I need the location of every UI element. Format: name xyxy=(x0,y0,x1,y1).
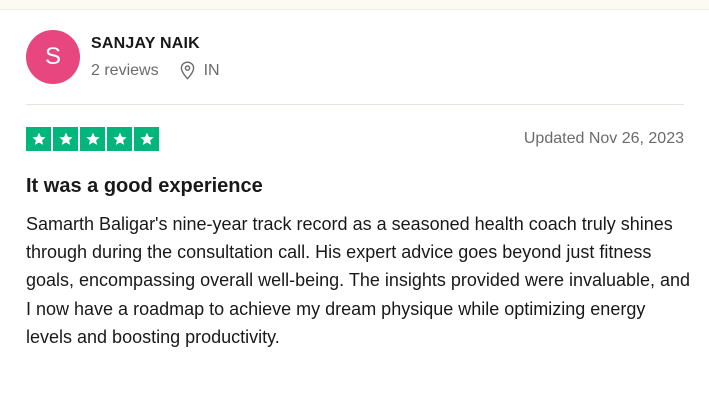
reviewer-info: SANJAY NAIK 2 reviews IN xyxy=(91,34,220,81)
reviewer-name[interactable]: SANJAY NAIK xyxy=(91,34,220,54)
reviewer-country: IN xyxy=(203,61,220,79)
reviews-count: 2 reviews xyxy=(91,61,159,79)
reviewer-meta: 2 reviews IN xyxy=(91,61,220,81)
star-icon xyxy=(80,127,105,151)
review-title[interactable]: It was a good experience xyxy=(26,173,263,199)
divider xyxy=(26,104,684,105)
star-icon xyxy=(53,127,78,151)
top-strip xyxy=(0,0,709,10)
star-icon xyxy=(134,127,159,151)
avatar[interactable]: S xyxy=(26,30,80,84)
star-icon xyxy=(26,127,51,151)
star-icon xyxy=(107,127,132,151)
location-pin-icon xyxy=(179,61,196,80)
star-rating xyxy=(26,127,159,151)
review-date: Updated Nov 26, 2023 xyxy=(523,130,684,147)
review-body: Samarth Baligar's nine-year track record… xyxy=(26,214,691,347)
reviewer-header: S SANJAY NAIK 2 reviews IN xyxy=(26,30,220,84)
